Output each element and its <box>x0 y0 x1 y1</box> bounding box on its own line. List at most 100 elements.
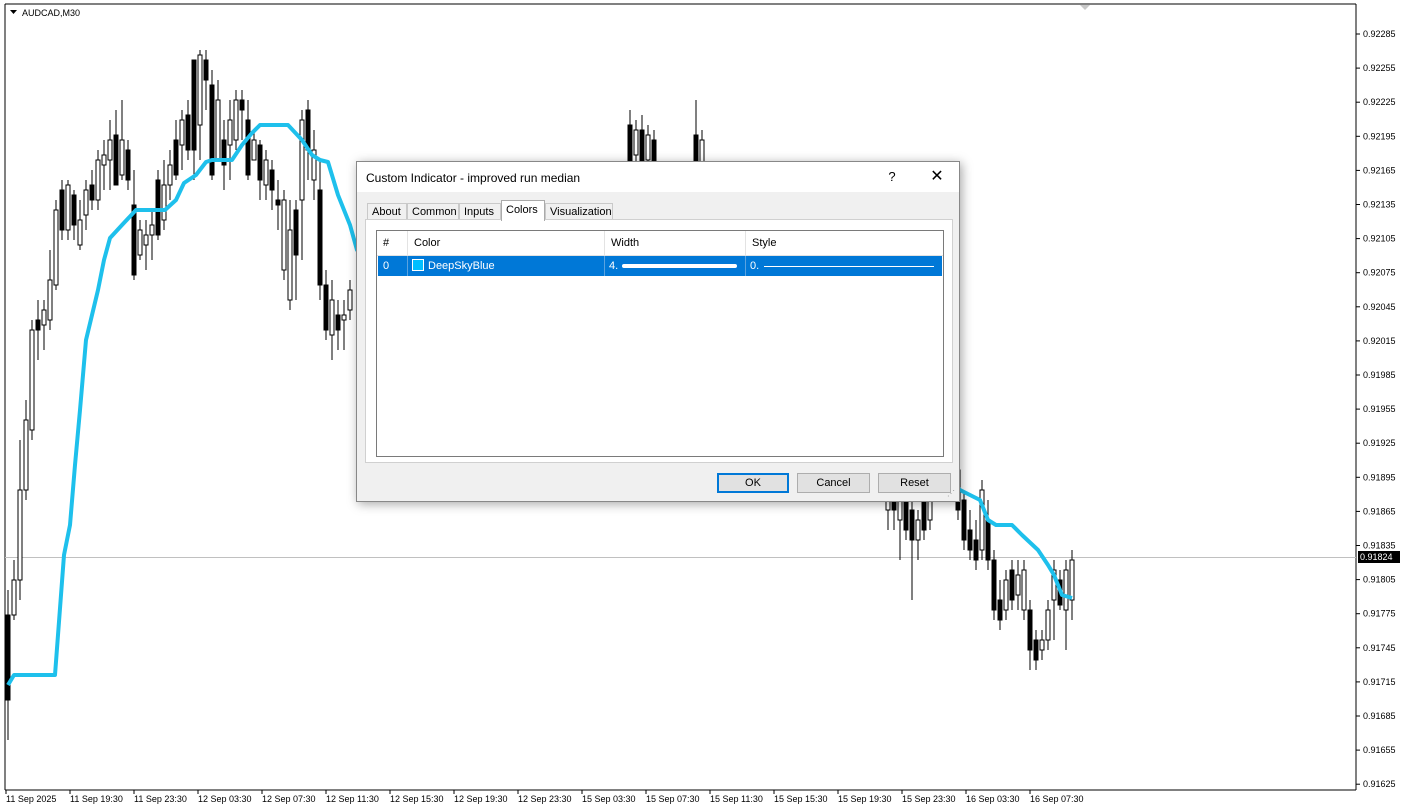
candle-body <box>227 119 233 146</box>
style-value: 0. <box>750 260 760 272</box>
tab-visualization[interactable]: Visualization <box>545 203 613 219</box>
resize-grip-icon[interactable]: ⋰ <box>947 490 955 498</box>
close-button[interactable]: ✕ <box>917 166 957 188</box>
candle-body <box>347 289 353 311</box>
price-label: 0.92255 <box>1363 63 1396 73</box>
candle-body <box>275 199 281 206</box>
width-value: 4. <box>609 260 619 272</box>
time-label: 12 Sep 03:30 <box>198 794 252 804</box>
style-preview-line <box>764 266 934 267</box>
grid-header: # Color Width Style <box>377 231 943 256</box>
style-cell[interactable]: 0. <box>746 256 942 276</box>
price-label: 0.91685 <box>1363 711 1396 721</box>
candle-body <box>997 599 1003 621</box>
candle-body <box>909 509 915 541</box>
candle-body <box>161 184 167 221</box>
price-label: 0.91835 <box>1363 541 1396 551</box>
candle-body <box>113 134 119 186</box>
candle-body <box>137 229 143 256</box>
custom-indicator-dialog: Custom Indicator - improved run median ?… <box>356 161 960 502</box>
price-label: 0.91985 <box>1363 370 1396 380</box>
price-label: 0.92015 <box>1363 336 1396 346</box>
price-label: 0.91715 <box>1363 677 1396 687</box>
price-label: 0.92225 <box>1363 97 1396 107</box>
price-label: 0.92195 <box>1363 131 1396 141</box>
candle-body <box>119 139 125 176</box>
candle-body <box>323 284 329 331</box>
time-label: 12 Sep 23:30 <box>518 794 572 804</box>
candle-body <box>967 529 973 551</box>
candle-body <box>197 54 203 126</box>
time-axis: 11 Sep 2025 11 Sep 19:30 11 Sep 23:30 12 Se… <box>5 790 1084 804</box>
symbol-text: AUDCAD,M30 <box>22 8 80 18</box>
candle-body <box>961 499 967 541</box>
price-label: 0.91955 <box>1363 404 1396 414</box>
chart-shift-marker-icon <box>1080 5 1090 10</box>
candle-body <box>299 119 305 201</box>
candle-body <box>1039 639 1045 651</box>
price-label: 0.91775 <box>1363 609 1396 619</box>
cancel-button[interactable]: Cancel <box>797 473 870 493</box>
candle-body <box>921 499 927 531</box>
candle-body <box>29 329 35 431</box>
time-label: 11 Sep 19:30 <box>70 794 123 804</box>
column-header-width[interactable]: Width <box>605 231 746 255</box>
symbol-label: AUDCAD,M30 <box>10 8 80 18</box>
table-row[interactable]: 0 DeepSkyBlue 4. 0. <box>378 256 942 276</box>
time-label: 15 Sep 23:30 <box>902 794 956 804</box>
candle-body <box>341 314 347 321</box>
candle-body <box>95 159 101 201</box>
tab-about[interactable]: About <box>367 203 407 219</box>
tab-common[interactable]: Common <box>407 203 459 219</box>
time-label: 12 Sep 11:30 <box>326 794 379 804</box>
help-button[interactable]: ? <box>879 166 905 188</box>
candle-body <box>293 209 299 256</box>
ok-button[interactable]: OK <box>717 473 789 493</box>
candle-body <box>627 124 633 166</box>
column-header-color[interactable]: Color <box>408 231 605 255</box>
candle-body <box>203 59 209 81</box>
candle-body <box>11 579 17 616</box>
color-cell[interactable]: DeepSkyBlue <box>408 256 605 276</box>
candle-body <box>107 139 113 161</box>
column-header-style[interactable]: Style <box>746 231 943 255</box>
candle-body <box>143 234 149 246</box>
candle-body <box>1021 569 1027 611</box>
dialog-titlebar[interactable]: Custom Indicator - improved run median ?… <box>357 162 959 192</box>
width-preview-line <box>622 264 737 268</box>
candle-body <box>317 189 323 286</box>
price-label: 0.91895 <box>1363 472 1396 482</box>
price-label: 0.92285 <box>1363 29 1396 39</box>
candle-body <box>1015 574 1021 596</box>
price-label: 0.92045 <box>1363 302 1396 312</box>
time-label: 11 Sep 2025 <box>6 794 56 804</box>
candle-body <box>645 134 651 161</box>
time-label: 11 Sep 23:30 <box>134 794 187 804</box>
dropdown-arrow-icon <box>10 10 17 14</box>
candle-body <box>179 119 185 146</box>
candle-body <box>263 159 269 186</box>
candle-body <box>155 179 161 236</box>
candle-body <box>991 559 997 611</box>
current-price-tag: 0.91824 <box>1358 551 1400 563</box>
candle-body <box>35 319 41 331</box>
candle-body <box>83 189 89 216</box>
price-label: 0.91625 <box>1363 779 1396 789</box>
tab-colors[interactable]: Colors <box>501 200 545 221</box>
candle-body <box>1045 609 1051 641</box>
candle-body <box>23 419 29 491</box>
candle-body <box>17 489 23 581</box>
reset-button[interactable]: Reset <box>878 473 951 493</box>
candle-body <box>1009 569 1015 601</box>
price-label: 0.91865 <box>1363 506 1396 516</box>
time-label: 16 Sep 03:30 <box>966 794 1020 804</box>
candle-body <box>65 184 71 231</box>
candle-body <box>149 224 155 236</box>
width-cell[interactable]: 4. <box>605 256 746 276</box>
tab-inputs[interactable]: Inputs <box>459 203 501 219</box>
time-label: 16 Sep 07:30 <box>1030 794 1084 804</box>
column-header-index[interactable]: # <box>377 231 408 255</box>
candle-body <box>1063 569 1069 611</box>
candle-body <box>915 519 921 541</box>
time-label: 15 Sep 15:30 <box>774 794 828 804</box>
